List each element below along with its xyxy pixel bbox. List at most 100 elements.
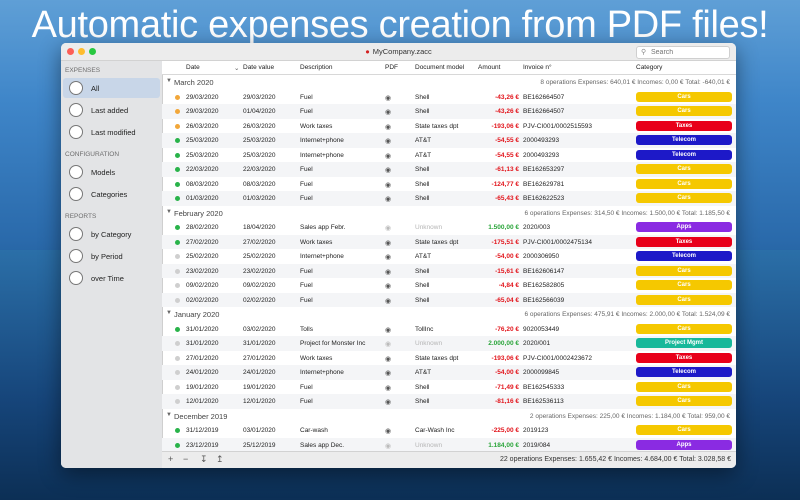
eye-icon[interactable]: ◉ xyxy=(385,94,391,102)
column-header-invoice[interactable]: Invoice n° xyxy=(523,64,552,71)
eye-icon[interactable]: ◉ xyxy=(385,369,391,377)
cell-date: 12/01/2020 xyxy=(186,398,219,405)
group-header[interactable]: ▼ March 2020 8 operations Expenses: 640,01… xyxy=(162,75,736,89)
eye-icon[interactable]: ◉ xyxy=(385,123,391,131)
table-row[interactable]: 31/01/2020 31/01/2020 Project for Monster … xyxy=(162,336,736,351)
column-header-date-value[interactable]: Date value xyxy=(243,64,274,71)
sort-chevron-icon[interactable]: ⌄ xyxy=(234,64,239,72)
disclosure-triangle-icon[interactable]: ▼ xyxy=(166,209,172,215)
eye-icon[interactable]: ◉ xyxy=(385,427,391,435)
table-row[interactable]: 31/01/2020 03/02/2020 Tolls ◉ TollInc -76,20 … xyxy=(162,322,736,337)
status-dot xyxy=(175,326,180,332)
cell-date: 22/03/2020 xyxy=(186,166,219,173)
column-header-amount[interactable]: Amount xyxy=(478,64,500,71)
eye-icon[interactable]: ◉ xyxy=(385,137,391,145)
eye-icon[interactable]: ◉ xyxy=(385,268,391,276)
eye-icon[interactable]: ◉ xyxy=(385,442,391,450)
sidebar-item-over-time[interactable]: over Time xyxy=(63,268,160,288)
table-row[interactable]: 26/03/2020 26/03/2020 Work taxes ◉ State tax… xyxy=(162,119,736,134)
table-row[interactable]: 02/02/2020 02/02/2020 Fuel ◉ Shell -65,04 € BE… xyxy=(162,292,736,307)
eye-icon[interactable]: ◉ xyxy=(385,166,391,174)
group-title: December 2019 xyxy=(174,411,228,421)
sidebar-item-by-category[interactable]: by Category xyxy=(63,224,160,244)
eye-icon[interactable]: ◉ xyxy=(385,326,391,334)
group-header[interactable]: ▼ January 2020 6 operations Expenses: 475,… xyxy=(162,307,736,321)
column-header-description[interactable]: Description xyxy=(300,64,333,71)
cell-amount: 2.000,00 € xyxy=(488,340,519,347)
cell-date: 09/02/2020 xyxy=(186,282,219,289)
table-row[interactable]: 29/03/2020 01/04/2020 Fuel ◉ Shell -43,26 € BE… xyxy=(162,104,736,119)
table-row[interactable]: 25/02/2020 25/02/2020 Internet+phone ◉ AT&T -… xyxy=(162,249,736,264)
eye-icon[interactable]: ◉ xyxy=(385,224,391,232)
group-header[interactable]: ▼ December 2019 2 operations Expenses: 225… xyxy=(162,409,736,423)
table-row[interactable]: 01/03/2020 01/03/2020 Fuel ◉ Shell -65,43 € BE… xyxy=(162,191,736,206)
cell-document-model: Shell xyxy=(415,195,430,202)
search-field[interactable]: ⚲ xyxy=(636,46,730,59)
column-header-date[interactable]: Date xyxy=(186,64,200,71)
eye-icon[interactable]: ◉ xyxy=(385,398,391,406)
column-header-document-model[interactable]: Document model xyxy=(415,64,464,71)
sidebar-item-by-period[interactable]: by Period xyxy=(63,246,160,266)
table-row[interactable]: 27/01/2020 27/01/2020 Work taxes ◉ State tax… xyxy=(162,351,736,366)
sidebar-section-configuration: CONFIGURATION xyxy=(65,151,120,158)
eye-icon[interactable]: ◉ xyxy=(385,195,391,203)
disclosure-triangle-icon[interactable]: ▼ xyxy=(166,310,172,316)
export-icon[interactable]: ↥ xyxy=(216,454,224,465)
add-button[interactable]: + xyxy=(168,454,173,464)
table-row[interactable]: 27/02/2020 27/02/2020 Work taxes ◉ State tax… xyxy=(162,234,736,249)
table-row[interactable]: 24/01/2020 24/01/2020 Internet+phone ◉ AT&T -… xyxy=(162,365,736,380)
table-row[interactable]: 08/03/2020 08/03/2020 Fuel ◉ Shell -124,77 € B… xyxy=(162,177,736,192)
table-row[interactable]: 23/12/2019 25/12/2019 Sales app Dec. ◉ Unkno… xyxy=(162,437,736,451)
table-row[interactable]: 25/03/2020 25/03/2020 Internet+phone ◉ AT&T -… xyxy=(162,148,736,163)
eye-icon[interactable]: ◉ xyxy=(385,253,391,261)
table-row[interactable]: 28/02/2020 18/04/2020 Sales app Febr. ◉ Unkn… xyxy=(162,220,736,235)
status-dot xyxy=(175,94,180,100)
search-input[interactable] xyxy=(651,47,725,58)
table-row[interactable]: 12/01/2020 12/01/2020 Fuel ◉ Shell -81,16 € BE… xyxy=(162,394,736,409)
table-row[interactable]: 31/12/2019 03/01/2020 Car-wash ◉ Car-Wash In… xyxy=(162,423,736,438)
search-icon: ⚲ xyxy=(641,49,647,56)
eye-icon[interactable]: ◉ xyxy=(385,282,391,290)
remove-button[interactable]: − xyxy=(183,454,188,464)
eye-icon[interactable]: ◉ xyxy=(385,297,391,305)
eye-icon[interactable]: ◉ xyxy=(385,340,391,348)
sidebar-item-last-modified[interactable]: Last modified xyxy=(63,122,160,142)
cell-document-model: State taxes dpt xyxy=(415,354,459,362)
disclosure-triangle-icon[interactable]: ▼ xyxy=(166,78,172,84)
cell-date: 23/12/2019 xyxy=(186,441,219,449)
table-row[interactable]: 25/03/2020 25/03/2020 Internet+phone ◉ AT&T -… xyxy=(162,133,736,148)
eye-icon[interactable]: ◉ xyxy=(385,108,391,116)
table-row[interactable]: 29/03/2020 29/03/2020 Fuel ◉ Shell -43,26 € BE… xyxy=(162,90,736,105)
sidebar-item-last-added[interactable]: Last added xyxy=(63,100,160,120)
category-badge: Cars xyxy=(636,280,732,290)
cell-invoice: BE162536113 xyxy=(523,398,564,405)
table-row[interactable]: 23/02/2020 23/02/2020 Fuel ◉ Shell -15,61 € BE… xyxy=(162,263,736,278)
sidebar-item-categories[interactable]: Categories xyxy=(63,184,160,204)
eye-icon[interactable]: ◉ xyxy=(385,355,391,363)
status-dot xyxy=(175,384,180,390)
cell-invoice: 2000099845 xyxy=(523,369,560,376)
status-dot xyxy=(175,138,180,143)
eye-icon[interactable]: ◉ xyxy=(385,239,391,247)
status-dot xyxy=(175,341,180,346)
cell-invoice: 2020/001 xyxy=(523,340,551,347)
table-row[interactable]: 09/02/2020 09/02/2020 Fuel ◉ Shell -4,84 € BE1… xyxy=(162,278,736,293)
headline: Automatic expenses creation from PDF fil… xyxy=(31,4,769,46)
cell-date: 08/03/2020 xyxy=(186,180,219,188)
eye-icon[interactable]: ◉ xyxy=(385,152,391,160)
category-badge: Cars xyxy=(636,106,732,116)
eye-icon[interactable]: ◉ xyxy=(385,384,391,392)
group-title: January 2020 xyxy=(174,310,220,319)
table-row[interactable]: 22/03/2020 22/03/2020 Fuel ◉ Shell -61,13 € BE… xyxy=(162,162,736,177)
column-header-pdf[interactable]: PDF xyxy=(385,64,398,71)
sidebar-item-all[interactable]: All xyxy=(63,78,160,98)
import-icon[interactable]: ↧ xyxy=(200,454,208,465)
disclosure-triangle-icon[interactable]: ▼ xyxy=(166,412,172,418)
sidebar-item-models[interactable]: Models xyxy=(63,162,160,182)
group-header[interactable]: ▼ February 2020 6 operations Expenses: 314… xyxy=(162,206,736,220)
cell-date-value: 25/03/2020 xyxy=(243,151,276,159)
eye-icon[interactable]: ◉ xyxy=(385,181,391,189)
sidebar-item-label: Last added xyxy=(91,106,129,115)
column-header-category[interactable]: Category xyxy=(636,64,662,71)
table-row[interactable]: 19/01/2020 19/01/2020 Fuel ◉ Shell -71,49 € BE… xyxy=(162,380,736,395)
